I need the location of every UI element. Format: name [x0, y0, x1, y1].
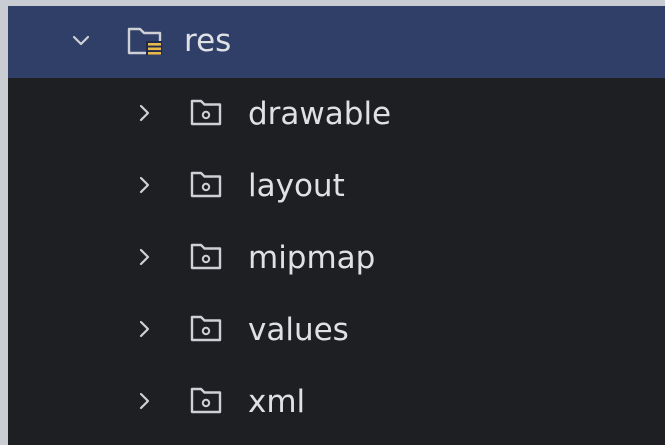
tree-node-res[interactable]: res [8, 6, 665, 78]
package-folder-icon [189, 312, 223, 344]
tree-node-xml[interactable]: xml [8, 366, 665, 438]
chevron-down-icon[interactable] [68, 28, 94, 54]
tree-node-drawable[interactable]: drawable [8, 78, 665, 150]
chevron-right-icon[interactable] [132, 316, 158, 342]
tree-node-layout[interactable]: layout [8, 150, 665, 222]
package-folder-icon [189, 96, 223, 128]
tree-node-label: values [248, 312, 349, 348]
package-folder-icon [189, 168, 223, 200]
package-folder-icon [189, 240, 223, 272]
tree-node-label: drawable [248, 96, 392, 132]
chevron-right-icon[interactable] [132, 172, 158, 198]
tree-node-values[interactable]: values [8, 294, 665, 366]
tree-node-label: layout [248, 168, 345, 204]
package-folder-icon [189, 384, 223, 416]
chevron-right-icon[interactable] [132, 388, 158, 414]
tree-node-mipmap[interactable]: mipmap [8, 222, 665, 294]
project-tree: res drawable layout mipmap values xml [8, 6, 665, 445]
project-tree-panel: res drawable layout mipmap values xml [8, 6, 665, 445]
tree-node-label: mipmap [248, 240, 376, 276]
tree-node-label: xml [248, 384, 306, 420]
chevron-right-icon[interactable] [132, 100, 158, 126]
chevron-right-icon[interactable] [132, 244, 158, 270]
tree-node-label: res [184, 23, 232, 59]
resource-folder-icon [126, 24, 166, 58]
